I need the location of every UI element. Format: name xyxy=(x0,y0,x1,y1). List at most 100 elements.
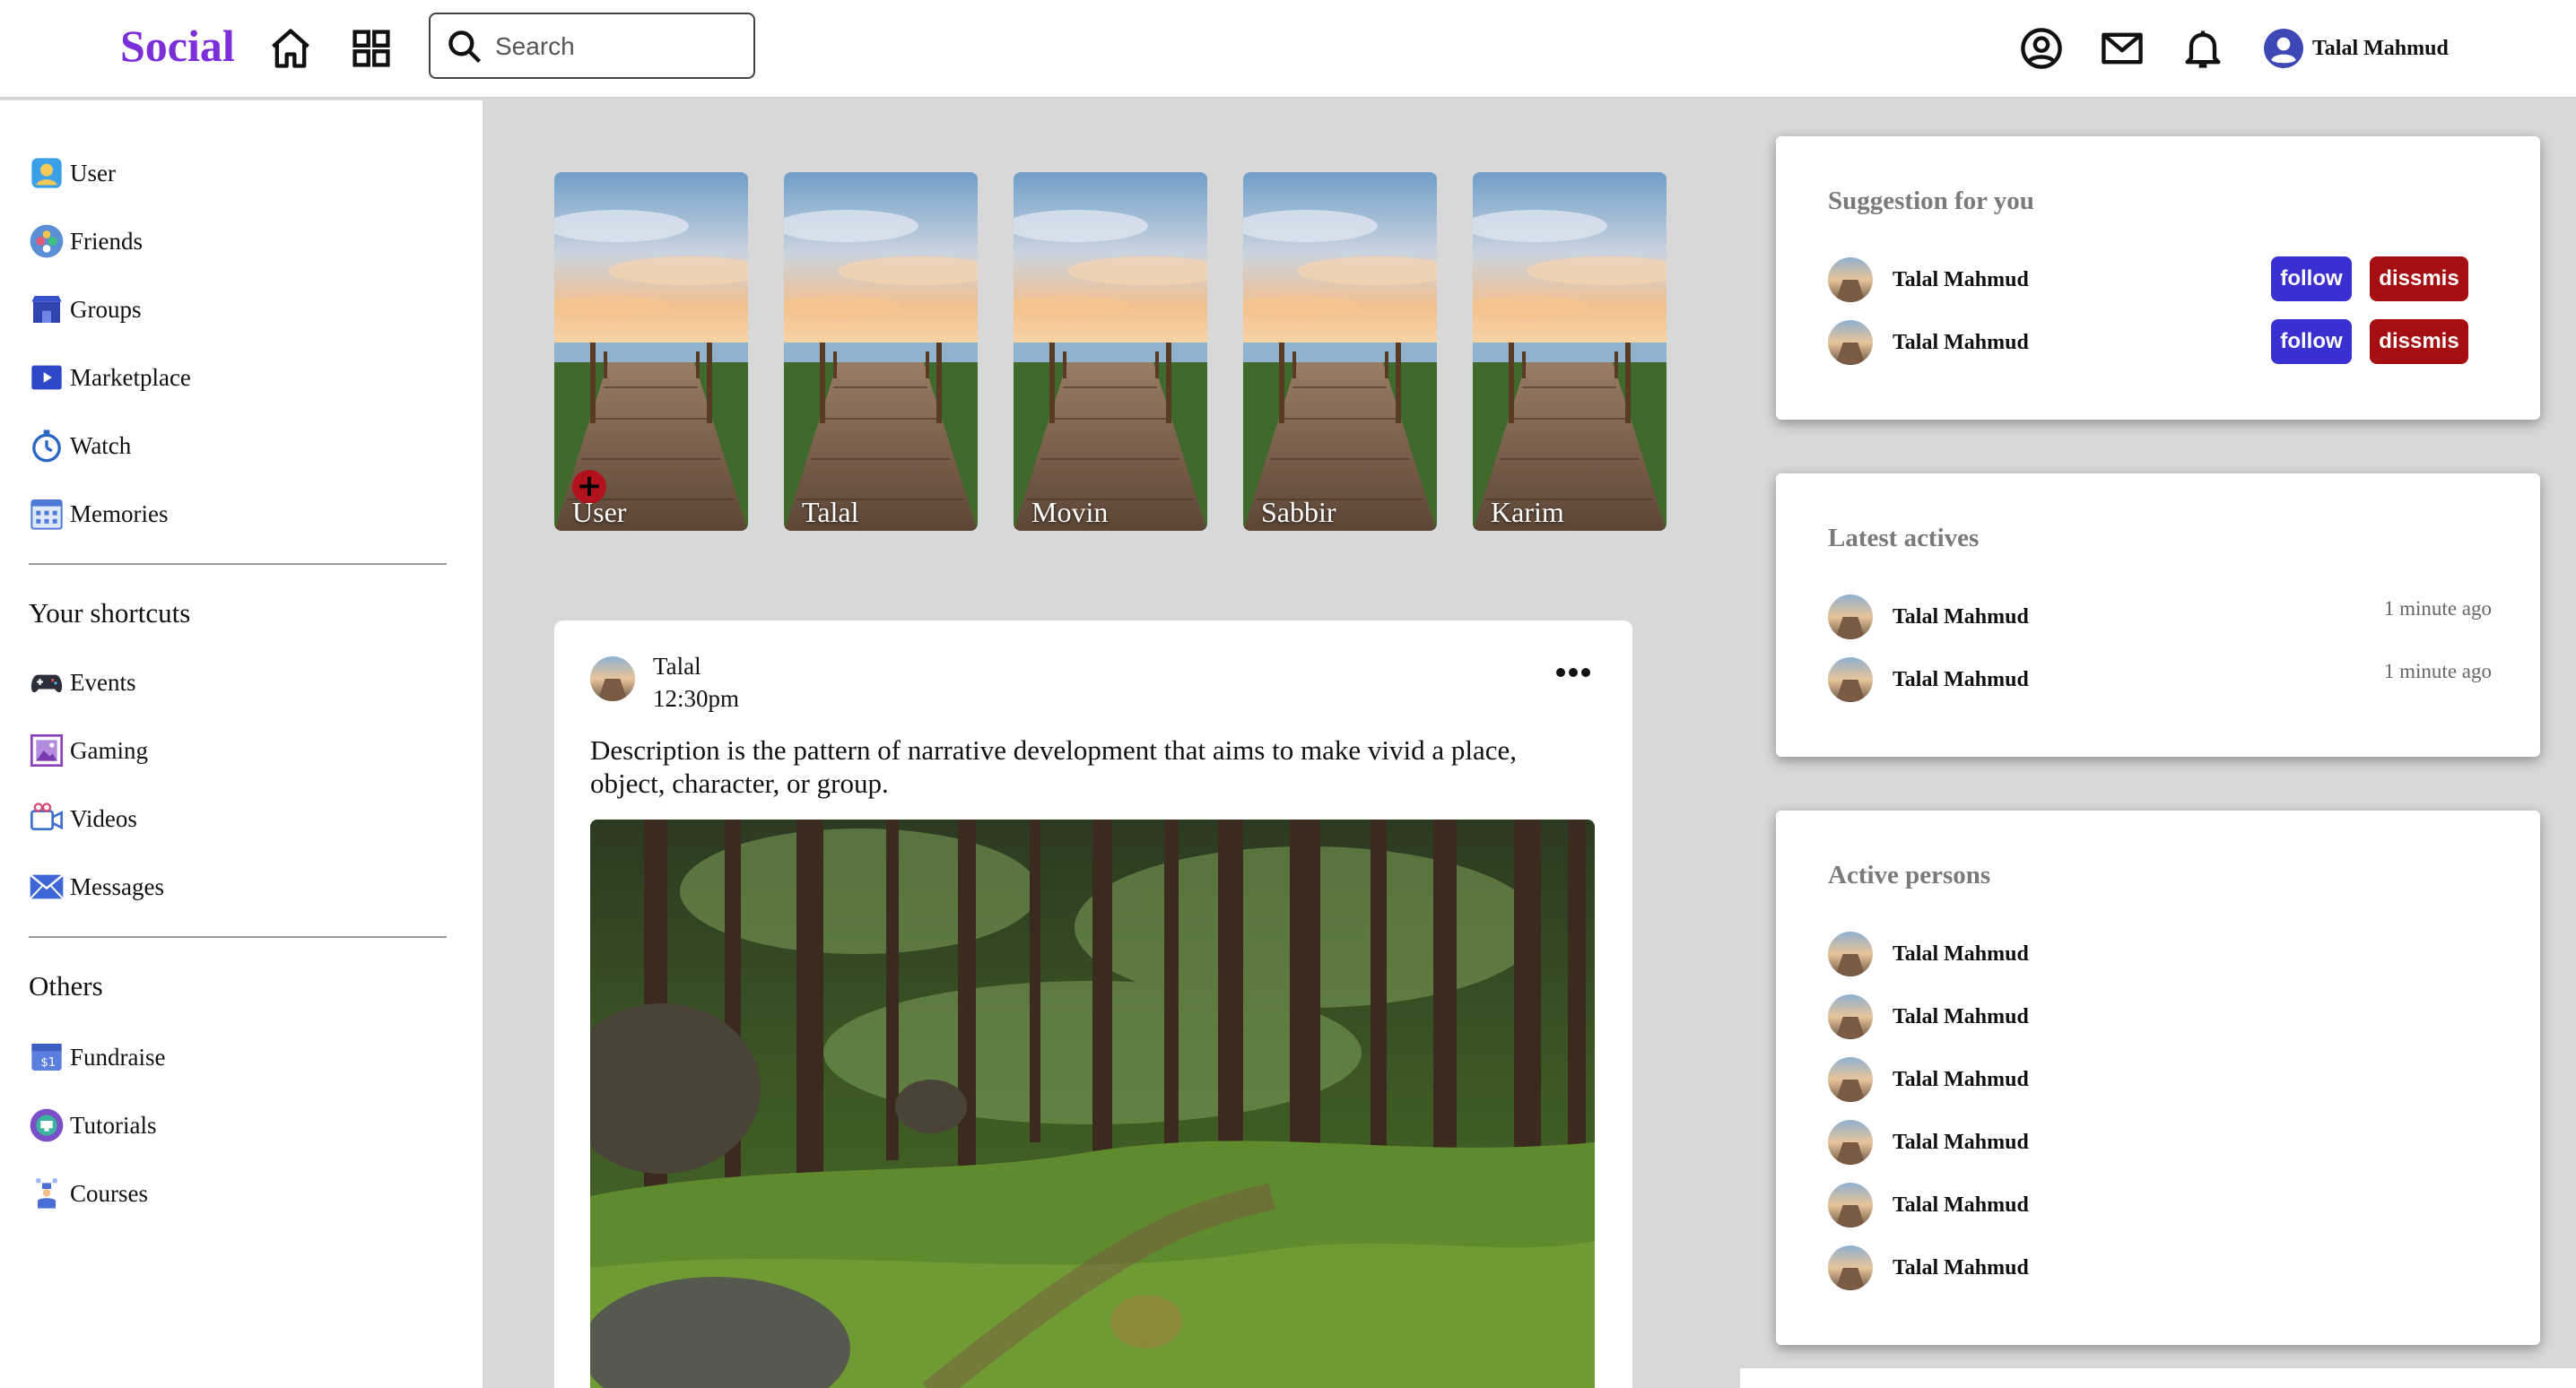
sidebar-item-groups[interactable]: Groups xyxy=(27,289,142,330)
story-name: Karim xyxy=(1491,496,1564,528)
person-name[interactable]: Talal Mahmud xyxy=(1893,268,2029,292)
sidebar-item-courses[interactable]: Courses xyxy=(27,1173,148,1214)
sidebar-item-label: Watch xyxy=(70,431,132,459)
dismiss-button[interactable]: dissmis xyxy=(2370,319,2468,364)
story-card[interactable]: Karim xyxy=(1473,172,1667,531)
sidebar-item-label: Messages xyxy=(70,872,164,900)
sidebar-item-messages[interactable]: Messages xyxy=(27,866,164,907)
active-person-row[interactable]: Talal Mahmud xyxy=(1828,1182,2492,1228)
brand-logo[interactable]: Social xyxy=(120,20,235,72)
avatar[interactable] xyxy=(1828,257,1873,302)
person-name: Talal Mahmud xyxy=(1893,941,2029,966)
sidebar-item-events[interactable]: Events xyxy=(27,662,136,703)
avatar xyxy=(1828,1183,1873,1228)
activity-time: 1 minute ago xyxy=(2383,597,2492,620)
left-sidebar: User Friends Groups Marketplace Watch Me… xyxy=(0,100,483,1388)
sidebar-item-label: User xyxy=(70,159,116,187)
post-time: 12:30pm xyxy=(653,685,740,712)
activity-row: Talal Mahmud 1 minute ago xyxy=(1828,656,2492,703)
sidebar-item-gaming[interactable]: Gaming xyxy=(27,730,148,771)
story-image xyxy=(1243,172,1437,531)
sidebar-item-label: Courses xyxy=(70,1179,148,1207)
sidebar-item-memories[interactable]: Memories xyxy=(27,493,168,534)
person-name: Talal Mahmud xyxy=(1893,1130,2029,1154)
sidebar-item-tutorials[interactable]: Tutorials xyxy=(27,1105,157,1146)
person-name: Talal Mahmud xyxy=(1893,1193,2029,1217)
courses-icon xyxy=(27,1175,66,1211)
avatar xyxy=(2264,29,2303,68)
svg-text:$1: $1 xyxy=(40,1056,56,1070)
events-icon xyxy=(27,664,66,700)
next-card-edge xyxy=(1740,1368,2576,1388)
person-name: Talal Mahmud xyxy=(1893,1255,2029,1280)
avatar xyxy=(1828,1057,1873,1102)
suggestion-row: Talal Mahmud follow dissmis xyxy=(1828,319,2492,366)
active-person-row[interactable]: Talal Mahmud xyxy=(1828,1245,2492,1291)
story-card[interactable]: Movin xyxy=(1014,172,1207,531)
post-image[interactable] xyxy=(590,820,1595,1388)
active-persons-card: Active persons Talal Mahmud Talal Mahmud… xyxy=(1776,811,2540,1345)
bell-icon[interactable] xyxy=(2180,25,2226,72)
account-icon[interactable] xyxy=(2018,25,2065,72)
story-card[interactable]: Talal xyxy=(784,172,978,531)
sidebar-item-label: Groups xyxy=(70,295,142,323)
follow-button[interactable]: follow xyxy=(2271,319,2352,364)
more-options-icon[interactable] xyxy=(1550,662,1597,683)
home-icon[interactable] xyxy=(267,25,314,72)
profile-menu[interactable]: Talal Mahmud xyxy=(2264,25,2449,72)
mail-icon[interactable] xyxy=(2099,25,2145,72)
videos-icon xyxy=(27,801,66,837)
search-input[interactable] xyxy=(495,27,737,66)
sidebar-item-fundraise[interactable]: $1 Fundraise xyxy=(27,1037,165,1078)
sidebar-item-friends[interactable]: Friends xyxy=(27,221,143,262)
suggestion-row: Talal Mahmud follow dissmis xyxy=(1828,256,2492,303)
dismiss-button[interactable]: dissmis xyxy=(2370,256,2468,301)
post-author-avatar[interactable] xyxy=(590,656,635,701)
suggestions-card: Suggestion for you Talal Mahmud follow d… xyxy=(1776,136,2540,420)
avatar xyxy=(1828,994,1873,1039)
story-image xyxy=(1014,172,1207,531)
post-card: Talal 12:30pm Description is the pattern… xyxy=(554,620,1632,1388)
friends-icon xyxy=(27,223,66,259)
avatar xyxy=(1828,1120,1873,1165)
sidebar-item-watch[interactable]: Watch xyxy=(27,425,131,466)
story-name: Talal xyxy=(802,496,859,528)
sidebar-item-user[interactable]: User xyxy=(27,152,116,194)
active-persons-title: Active persons xyxy=(1828,861,1991,889)
avatar[interactable] xyxy=(1828,320,1873,365)
sidebar-divider xyxy=(29,936,447,938)
sidebar-item-videos[interactable]: Videos xyxy=(27,798,137,839)
avatar[interactable] xyxy=(1828,594,1873,639)
memories-icon xyxy=(27,496,66,532)
post-description: Description is the pattern of narrative … xyxy=(590,734,1517,799)
story-name: Sabbir xyxy=(1261,496,1336,528)
sidebar-item-label: Marketplace xyxy=(70,363,191,391)
avatar[interactable] xyxy=(1828,657,1873,702)
active-person-row[interactable]: Talal Mahmud xyxy=(1828,993,2492,1040)
grid-icon[interactable] xyxy=(348,25,395,72)
marketplace-icon xyxy=(27,360,66,395)
sidebar-item-label: Memories xyxy=(70,499,169,527)
active-person-row[interactable]: Talal Mahmud xyxy=(1828,1056,2492,1103)
others-heading: Others xyxy=(29,970,103,1002)
story-card[interactable]: + User xyxy=(554,172,748,531)
follow-button[interactable]: follow xyxy=(2271,256,2352,301)
person-name[interactable]: Talal Mahmud xyxy=(1893,605,2029,629)
active-person-row[interactable]: Talal Mahmud xyxy=(1828,931,2492,977)
person-name[interactable]: Talal Mahmud xyxy=(1893,668,2029,692)
story-card[interactable]: Sabbir xyxy=(1243,172,1437,531)
post-author[interactable]: Talal xyxy=(653,653,701,681)
messages-icon xyxy=(27,869,66,905)
story-name: User xyxy=(572,496,627,528)
search-box[interactable] xyxy=(429,13,755,79)
active-person-row[interactable]: Talal Mahmud xyxy=(1828,1119,2492,1166)
suggestions-title: Suggestion for you xyxy=(1828,187,2034,215)
sidebar-item-label: Tutorials xyxy=(70,1111,157,1139)
profile-name: Talal Mahmud xyxy=(2312,36,2449,60)
avatar xyxy=(1828,932,1873,976)
activity-row: Talal Mahmud 1 minute ago xyxy=(1828,594,2492,640)
sidebar-item-label: Events xyxy=(70,668,136,696)
person-name[interactable]: Talal Mahmud xyxy=(1893,331,2029,355)
avatar xyxy=(1828,1245,1873,1290)
sidebar-item-marketplace[interactable]: Marketplace xyxy=(27,357,191,398)
